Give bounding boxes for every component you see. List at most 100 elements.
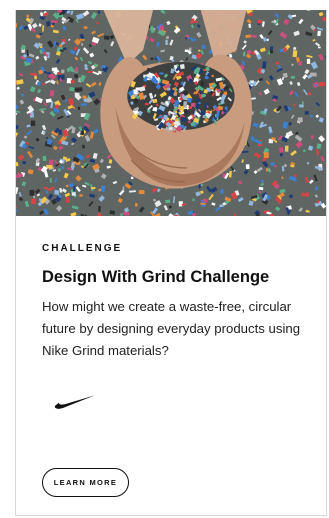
grind-granule bbox=[147, 68, 150, 72]
grind-granule bbox=[318, 46, 321, 49]
grind-granule bbox=[310, 72, 317, 77]
grind-granule bbox=[223, 91, 228, 96]
grind-granule bbox=[306, 58, 311, 64]
grind-granule bbox=[152, 98, 158, 104]
grind-granule bbox=[91, 186, 96, 190]
grind-granule bbox=[82, 95, 87, 99]
grind-granule bbox=[56, 51, 61, 56]
grind-granule bbox=[135, 203, 138, 207]
grind-granule bbox=[103, 35, 110, 40]
grind-granule bbox=[81, 144, 86, 149]
grind-granule bbox=[177, 107, 185, 110]
grind-granule bbox=[290, 76, 296, 79]
grind-granule bbox=[144, 102, 149, 106]
grind-granule bbox=[58, 129, 63, 135]
grind-granule bbox=[51, 20, 58, 24]
grind-granule bbox=[179, 64, 185, 70]
grind-granule bbox=[159, 25, 165, 31]
grind-granule bbox=[201, 44, 206, 50]
grind-granule bbox=[200, 202, 206, 205]
grind-granule bbox=[206, 105, 209, 108]
grind-granule bbox=[270, 214, 275, 216]
grind-granule bbox=[79, 38, 85, 42]
hands-holding-grind-material-photo bbox=[16, 10, 326, 216]
grind-granule bbox=[38, 198, 42, 201]
grind-granule bbox=[269, 49, 274, 54]
grind-granule bbox=[79, 194, 83, 197]
grind-granule bbox=[130, 101, 134, 105]
card-category: CHALLENGE bbox=[42, 243, 123, 254]
grind-granule bbox=[71, 192, 76, 196]
grind-granule bbox=[184, 49, 189, 52]
grind-granule bbox=[74, 92, 80, 98]
grind-granule bbox=[204, 76, 209, 80]
grind-granule bbox=[70, 79, 75, 84]
grind-granule bbox=[51, 67, 58, 72]
grind-granule bbox=[257, 19, 263, 24]
grind-granule bbox=[54, 189, 60, 195]
grind-granule bbox=[159, 72, 164, 75]
grind-granule bbox=[42, 155, 47, 162]
grind-granule bbox=[120, 213, 123, 216]
grind-granule bbox=[65, 184, 69, 188]
grind-granule bbox=[292, 50, 298, 58]
grind-granule bbox=[61, 69, 65, 74]
grind-granule bbox=[163, 114, 168, 120]
grind-granule bbox=[262, 61, 267, 69]
grind-granule bbox=[67, 116, 70, 118]
grind-granule bbox=[303, 149, 306, 152]
grind-granule bbox=[150, 57, 154, 60]
grind-granule bbox=[101, 64, 106, 69]
grind-granule bbox=[29, 189, 35, 196]
card-title: Design With Grind Challenge bbox=[42, 268, 270, 286]
grind-granule bbox=[87, 71, 94, 73]
grind-granule bbox=[282, 121, 289, 129]
grind-granule bbox=[30, 120, 36, 126]
grind-granule bbox=[263, 152, 269, 159]
grind-granule bbox=[37, 81, 41, 86]
grind-granule bbox=[132, 98, 139, 104]
grind-granule bbox=[304, 111, 310, 115]
card-content: CHALLENGE Design With Grind Challenge Ho… bbox=[42, 242, 312, 362]
grind-granule bbox=[130, 176, 134, 180]
grind-granule bbox=[270, 162, 275, 166]
grind-granule bbox=[157, 109, 162, 115]
grind-granule bbox=[58, 168, 61, 172]
grind-granule bbox=[188, 78, 193, 83]
grind-granule bbox=[242, 51, 246, 57]
grind-granule bbox=[96, 21, 99, 25]
grind-granule bbox=[284, 145, 289, 152]
grind-granule bbox=[200, 110, 206, 116]
grind-granule bbox=[182, 126, 186, 129]
grind-granule bbox=[174, 119, 179, 122]
grind-granule bbox=[275, 61, 280, 65]
grind-granule bbox=[191, 102, 196, 107]
grind-granule bbox=[318, 81, 326, 87]
grind-granule bbox=[49, 177, 52, 183]
grind-granule bbox=[245, 34, 251, 39]
challenge-card: CHALLENGE Design With Grind Challenge Ho… bbox=[15, 10, 327, 516]
grind-granule bbox=[98, 206, 101, 212]
grind-granule bbox=[108, 159, 113, 164]
hero-image bbox=[16, 10, 326, 216]
grind-granule bbox=[89, 44, 92, 48]
grind-granule bbox=[298, 104, 304, 108]
grind-granule bbox=[183, 101, 187, 108]
grind-granule bbox=[200, 80, 204, 86]
grind-granule bbox=[253, 152, 259, 157]
grind-granule bbox=[62, 47, 67, 51]
grind-granule bbox=[245, 164, 250, 170]
grind-granule bbox=[165, 39, 168, 45]
learn-more-button[interactable]: LEARN MORE bbox=[42, 468, 129, 497]
grind-granule bbox=[219, 204, 224, 208]
card-description: How might we create a waste-free, circul… bbox=[42, 299, 301, 358]
grind-granule bbox=[279, 147, 284, 153]
grind-granule bbox=[290, 164, 295, 167]
grind-granule bbox=[203, 69, 206, 71]
grind-granule bbox=[297, 117, 303, 123]
grind-granule bbox=[317, 30, 321, 37]
grind-granule bbox=[260, 179, 265, 183]
grind-granule bbox=[165, 199, 171, 204]
grind-granule bbox=[172, 59, 175, 62]
nike-swoosh-icon bbox=[54, 395, 95, 409]
